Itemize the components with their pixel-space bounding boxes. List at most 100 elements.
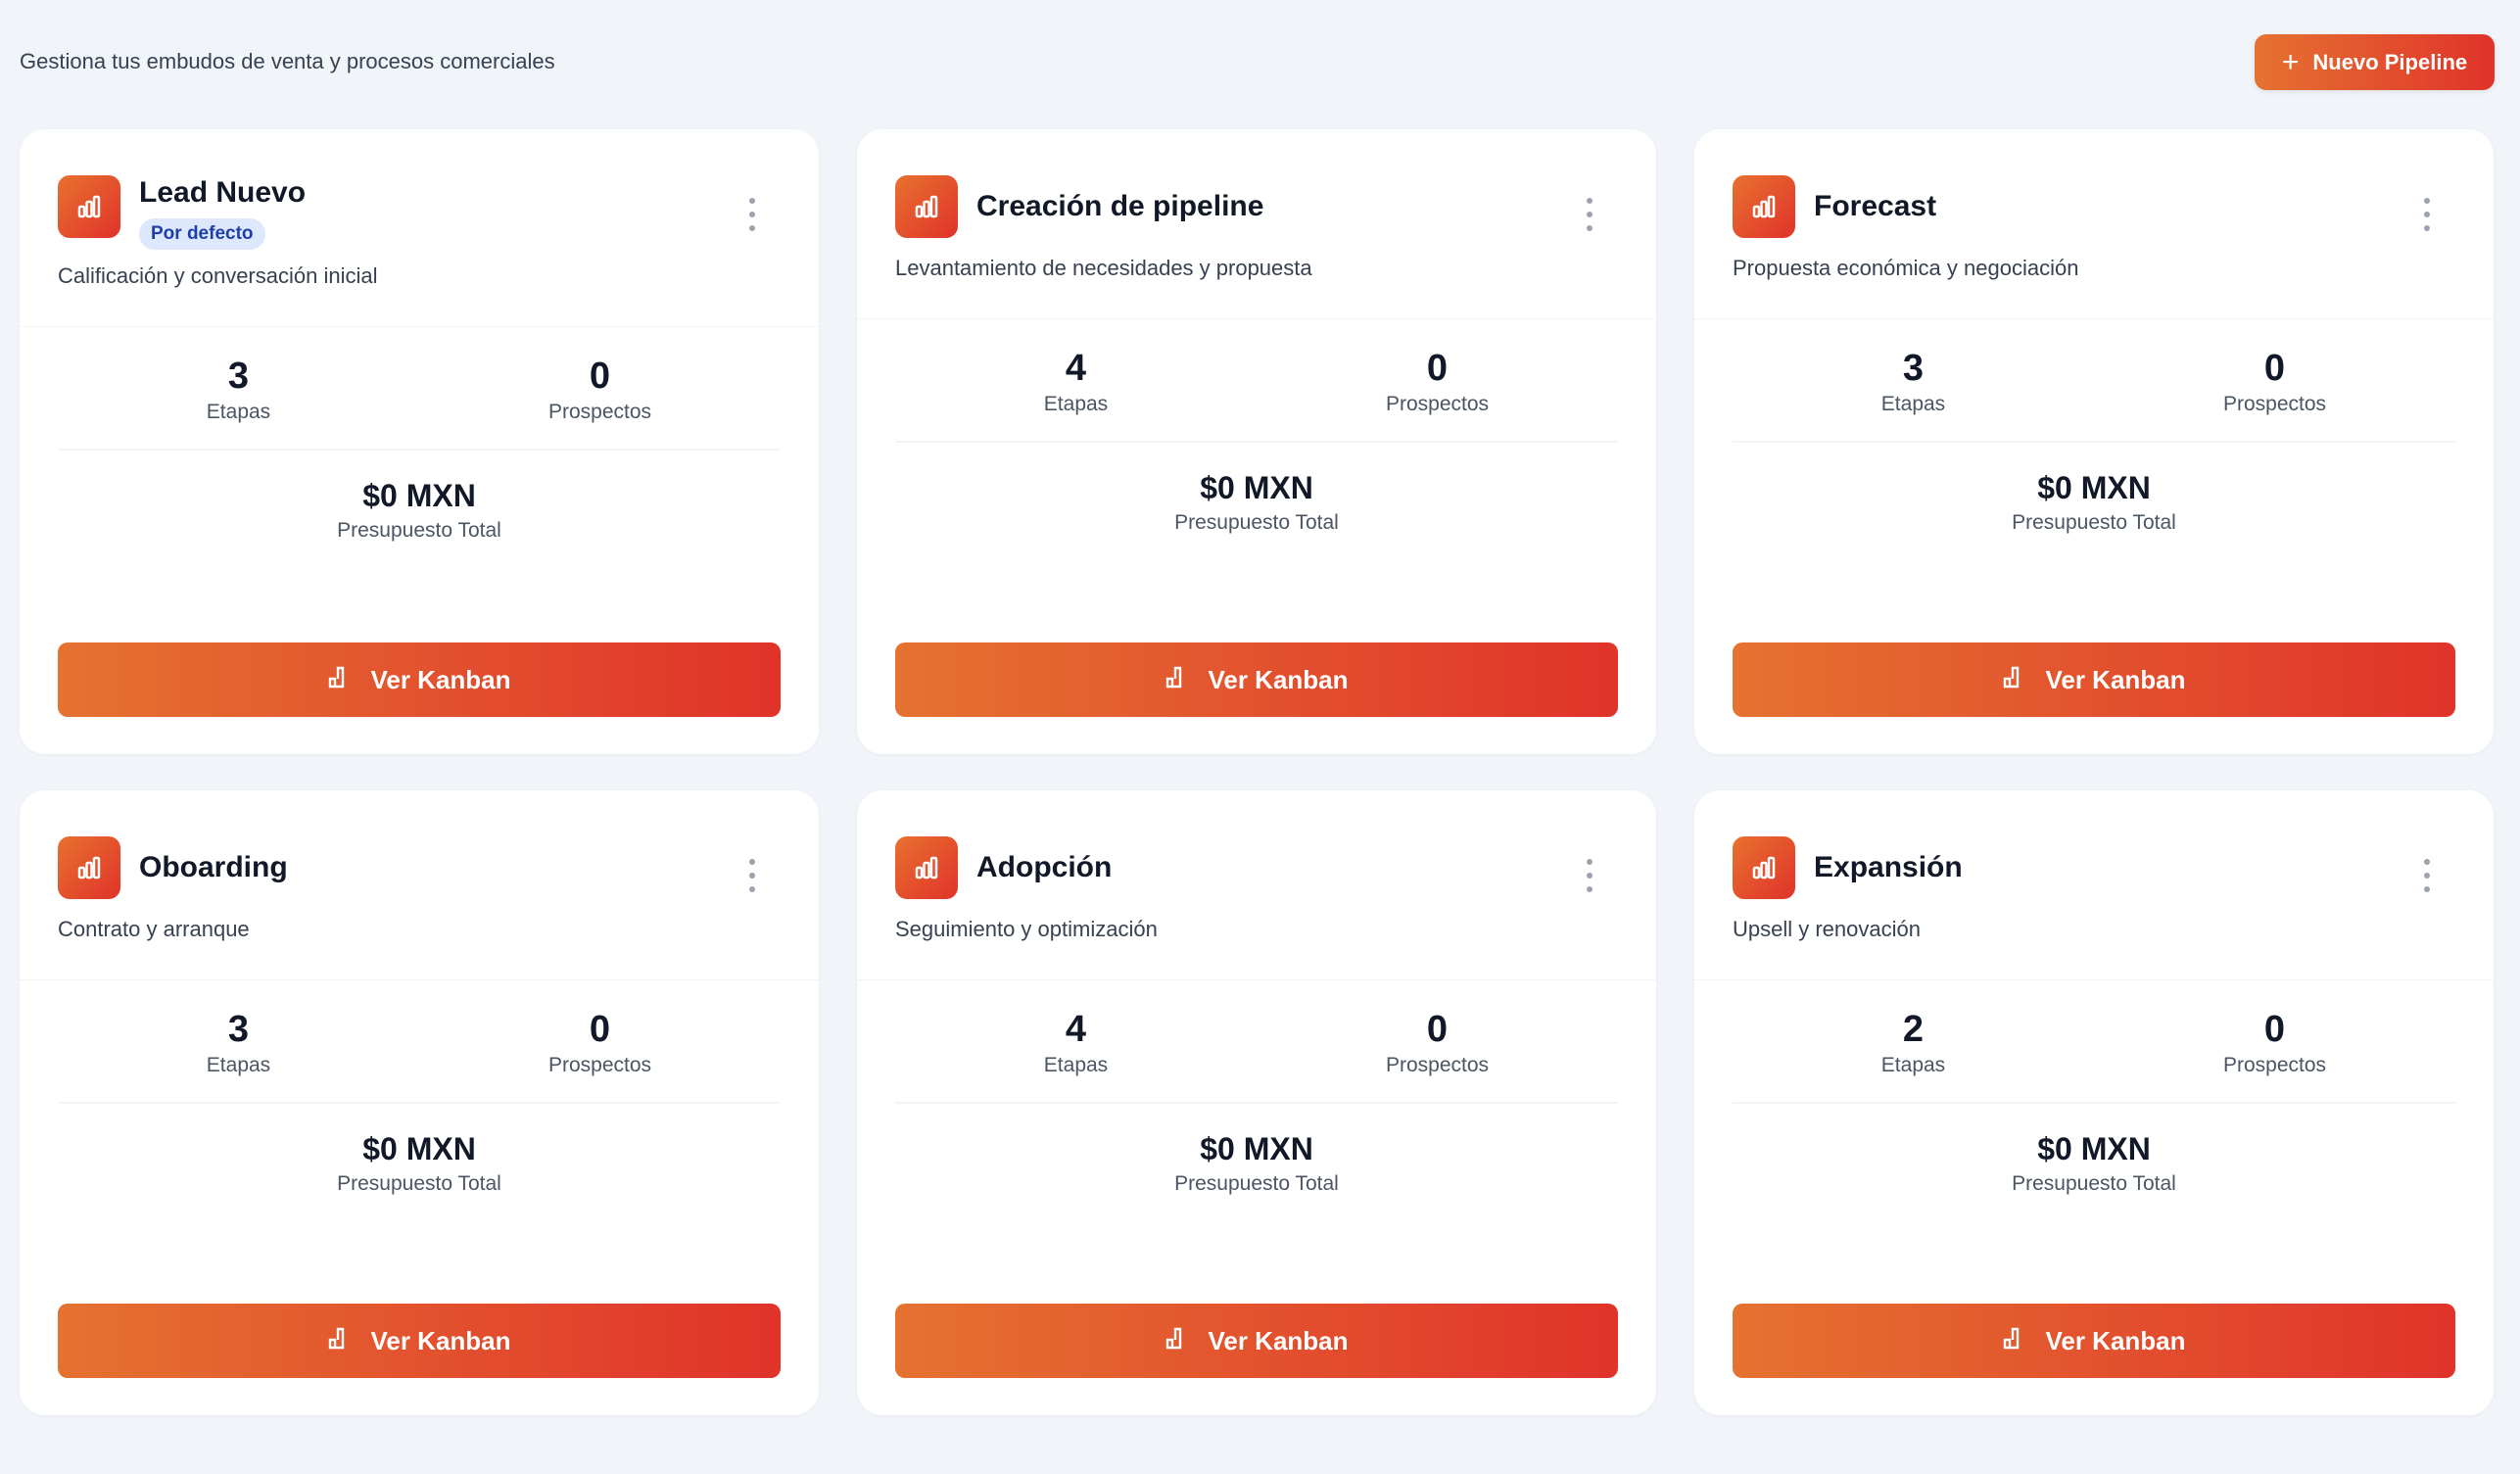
pipeline-description: Propuesta económica y negociación: [1694, 256, 2494, 319]
prospects-stat: 0 Prospectos: [1257, 346, 1618, 416]
budget-amount: $0 MXN: [362, 1131, 476, 1166]
pipeline-title: Creación de pipeline: [976, 190, 1264, 222]
stages-label: Etapas: [1880, 1054, 1946, 1076]
view-kanban-button[interactable]: Ver Kanban: [58, 642, 781, 717]
stages-label: Etapas: [1043, 393, 1109, 415]
stages-label: Etapas: [1043, 1054, 1109, 1076]
pipeline-card: Adopción Seguimiento y optimización 4 Et…: [857, 790, 1656, 1415]
kanban-icon: [1165, 1326, 1186, 1356]
pipeline-title: Oboarding: [139, 851, 288, 883]
budget-label: Presupuesto Total: [337, 1172, 501, 1195]
budget-amount: $0 MXN: [2037, 1131, 2151, 1166]
budget-label: Presupuesto Total: [2012, 511, 2176, 534]
prospects-label: Prospectos: [2222, 1054, 2327, 1076]
more-options-icon[interactable]: [742, 198, 762, 231]
view-kanban-label: Ver Kanban: [370, 664, 511, 694]
view-kanban-label: Ver Kanban: [2045, 1325, 2186, 1355]
kanban-icon: [1165, 665, 1186, 695]
pipeline-description: Calificación y conversación inicial: [20, 263, 819, 327]
pipeline-description: Levantamiento de necesidades y propuesta: [857, 256, 1656, 319]
prospects-count: 0: [1426, 1009, 1449, 1050]
stages-count: 3: [227, 356, 250, 397]
kanban-icon: [327, 665, 349, 695]
bar-chart-icon: [895, 836, 958, 899]
stages-label: Etapas: [1880, 393, 1946, 415]
stages-stat: 2 Etapas: [1733, 1007, 2094, 1077]
budget-stat: $0 MXN Presupuesto Total: [58, 1104, 781, 1196]
view-kanban-button[interactable]: Ver Kanban: [58, 1304, 781, 1378]
view-kanban-label: Ver Kanban: [1208, 664, 1349, 694]
prospects-label: Prospectos: [547, 401, 652, 423]
prospects-label: Prospectos: [1385, 1054, 1490, 1076]
budget-stat: $0 MXN Presupuesto Total: [58, 451, 781, 543]
more-options-icon[interactable]: [742, 859, 762, 892]
view-kanban-label: Ver Kanban: [2045, 664, 2186, 694]
pipeline-description: Contrato y arranque: [20, 917, 819, 980]
prospects-label: Prospectos: [1385, 393, 1490, 415]
budget-label: Presupuesto Total: [337, 519, 501, 542]
view-kanban-button[interactable]: Ver Kanban: [895, 642, 1618, 717]
stages-count: 3: [227, 1009, 250, 1050]
new-pipeline-button[interactable]: + Nuevo Pipeline: [2255, 34, 2495, 90]
bar-chart-icon: [895, 175, 958, 238]
pipeline-title: Adopción: [976, 851, 1113, 883]
stages-count: 4: [1065, 348, 1087, 389]
bar-chart-icon: [1733, 836, 1795, 899]
prospects-count: 0: [2263, 348, 2286, 389]
more-options-icon[interactable]: [1580, 859, 1599, 892]
budget-stat: $0 MXN Presupuesto Total: [1733, 1104, 2455, 1196]
pipeline-card: Oboarding Contrato y arranque 3 Etapas 0…: [20, 790, 819, 1415]
view-kanban-button[interactable]: Ver Kanban: [895, 1304, 1618, 1378]
view-kanban-button[interactable]: Ver Kanban: [1733, 642, 2455, 717]
bar-chart-icon: [58, 175, 120, 238]
prospects-stat: 0 Prospectos: [419, 354, 781, 424]
stages-stat: 4 Etapas: [895, 1007, 1257, 1077]
stages-count: 2: [1902, 1009, 1925, 1050]
stages-label: Etapas: [206, 401, 271, 423]
pipeline-title: Lead Nuevo: [139, 176, 307, 209]
stages-stat: 3 Etapas: [58, 354, 419, 424]
prospects-stat: 0 Prospectos: [419, 1007, 781, 1077]
kanban-icon: [2002, 665, 2023, 695]
pipeline-card: Creación de pipeline Levantamiento de ne…: [857, 129, 1656, 754]
stages-count: 3: [1902, 348, 1925, 389]
kanban-icon: [327, 1326, 349, 1356]
budget-amount: $0 MXN: [1200, 1131, 1313, 1166]
pipeline-card: Forecast Propuesta económica y negociaci…: [1694, 129, 2494, 754]
stages-count: 4: [1065, 1009, 1087, 1050]
budget-amount: $0 MXN: [362, 478, 476, 513]
pipeline-card: Lead Nuevo Por defecto Calificación y co…: [20, 129, 819, 754]
pipeline-title: Expansión: [1814, 851, 1963, 883]
prospects-count: 0: [1426, 348, 1449, 389]
default-badge: Por defecto: [139, 218, 265, 250]
budget-stat: $0 MXN Presupuesto Total: [1733, 443, 2455, 535]
prospects-stat: 0 Prospectos: [1257, 1007, 1618, 1077]
more-options-icon[interactable]: [2417, 859, 2437, 892]
more-options-icon[interactable]: [1580, 198, 1599, 231]
budget-label: Presupuesto Total: [1174, 1172, 1339, 1195]
pipeline-grid: Lead Nuevo Por defecto Calificación y co…: [20, 129, 2494, 1415]
budget-label: Presupuesto Total: [1174, 511, 1339, 534]
prospects-count: 0: [589, 1009, 611, 1050]
kanban-icon: [2002, 1326, 2023, 1356]
prospects-count: 0: [589, 356, 611, 397]
budget-label: Presupuesto Total: [2012, 1172, 2176, 1195]
prospects-stat: 0 Prospectos: [2094, 1007, 2455, 1077]
budget-stat: $0 MXN Presupuesto Total: [895, 443, 1618, 535]
budget-amount: $0 MXN: [2037, 470, 2151, 505]
stages-stat: 3 Etapas: [58, 1007, 419, 1077]
bar-chart-icon: [58, 836, 120, 899]
view-kanban-label: Ver Kanban: [1208, 1325, 1349, 1355]
pipeline-card: Expansión Upsell y renovación 2 Etapas 0…: [1694, 790, 2494, 1415]
pipeline-title: Forecast: [1814, 190, 1937, 222]
prospects-count: 0: [2263, 1009, 2286, 1050]
more-options-icon[interactable]: [2417, 198, 2437, 231]
page-subtitle: Gestiona tus embudos de venta y procesos…: [20, 49, 555, 73]
new-pipeline-label: Nuevo Pipeline: [2312, 49, 2468, 74]
stages-stat: 3 Etapas: [1733, 346, 2094, 416]
bar-chart-icon: [1733, 175, 1795, 238]
stages-stat: 4 Etapas: [895, 346, 1257, 416]
prospects-stat: 0 Prospectos: [2094, 346, 2455, 416]
view-kanban-button[interactable]: Ver Kanban: [1733, 1304, 2455, 1378]
prospects-label: Prospectos: [2222, 393, 2327, 415]
